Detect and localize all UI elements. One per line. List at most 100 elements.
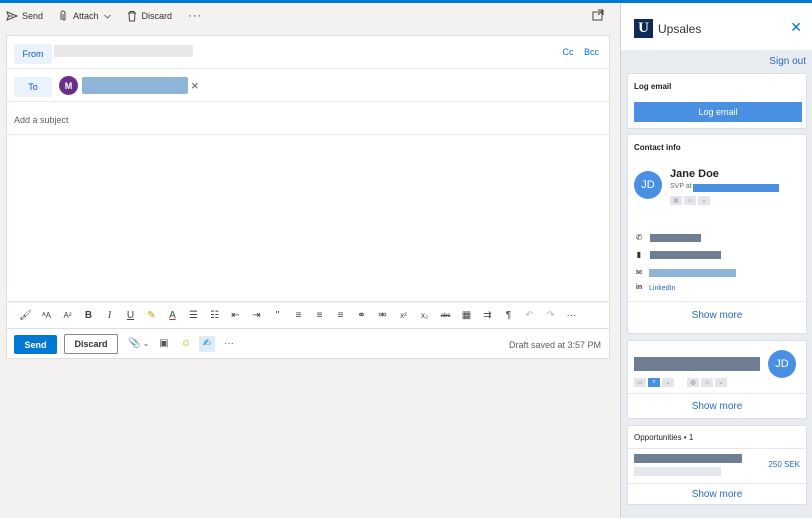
chevron-down-icon[interactable]: ⌄ [698, 196, 710, 205]
draft-status: Draft saved at 3:57 PM [508, 340, 601, 350]
more-options-icon[interactable]: ··· [223, 338, 235, 350]
toolbar-discard-button[interactable]: Discard [126, 10, 173, 22]
ltr-icon[interactable]: ⇉ [481, 310, 494, 321]
recipient-chip-redacted[interactable] [82, 77, 188, 94]
mobile-redacted[interactable] [650, 251, 721, 259]
font-size-icon[interactable]: ᴬA [40, 311, 53, 320]
opportunity-name-redacted[interactable] [634, 454, 742, 463]
search-icon[interactable]: ⌕ [648, 378, 660, 387]
log-email-button[interactable]: Log email [634, 102, 802, 122]
toolbar-send-button[interactable]: Send [6, 10, 43, 22]
contact-info-card: Contact info JD Jane Doe SVP at ◍ ⌂ ⌄ ✆ … [627, 134, 807, 334]
align-left-icon[interactable]: ≡ [292, 310, 305, 321]
compose-action-bar: Send Discard 📎 ⌄ ▣ ☺ ✍ ··· Draft saved a… [6, 329, 610, 359]
panel-title: Upsales [658, 22, 702, 36]
emoji-icon[interactable]: ☺ [180, 338, 192, 350]
company-card: JD ▭ ⌕ ⌄ ◍ ⌂ ⌄ Show more [627, 340, 807, 419]
bcc-link[interactable]: Bcc [584, 47, 599, 57]
linkedin-link[interactable]: LinkedIn [649, 285, 675, 292]
bold-icon[interactable]: B [82, 310, 95, 321]
strikethrough-icon[interactable]: abc [439, 313, 452, 319]
superscript-icon[interactable]: x² [397, 311, 410, 320]
highlight-icon[interactable]: ✎ [145, 310, 158, 321]
bullets-icon[interactable]: ☰ [187, 310, 200, 321]
opportunity-value: 250 SEK [768, 460, 800, 469]
align-center-icon[interactable]: ≡ [313, 310, 326, 321]
compose-pane: Send Attach Discard ··· From Cc Bcc To M… [0, 3, 620, 518]
align-right-icon[interactable]: ≡ [334, 310, 347, 321]
toolbar-discard-label: Discard [141, 11, 173, 21]
email-redacted[interactable] [649, 269, 736, 277]
send-icon [6, 11, 18, 21]
cc-bcc-links: Cc Bcc [554, 47, 599, 57]
opportunity-detail-redacted [634, 467, 721, 476]
underline-icon[interactable]: U [124, 310, 137, 321]
sign-out-link[interactable]: Sign out [769, 56, 806, 67]
popout-icon[interactable] [592, 9, 604, 21]
log-email-title: Log email [634, 82, 672, 91]
paperclip-icon [60, 10, 66, 21]
company-avatar: JD [768, 350, 796, 378]
company-name-redacted[interactable] [634, 357, 760, 371]
quote-icon[interactable]: " [271, 310, 284, 321]
toolbar-attach-label: Attach [73, 11, 99, 21]
upsales-logo: U [634, 19, 653, 38]
link-icon[interactable]: ⚭ [355, 310, 368, 321]
numbering-icon[interactable]: ☷ [208, 310, 221, 321]
increase-indent-icon[interactable]: ⇥ [250, 310, 263, 321]
rtl-icon[interactable]: ¶ [502, 310, 515, 321]
redo-icon[interactable]: ↷ [544, 310, 557, 321]
font-color-icon[interactable]: A [166, 310, 179, 321]
remove-recipient-icon[interactable]: × [191, 78, 199, 93]
editor-icon[interactable]: ✍ [199, 336, 215, 352]
opportunities-title: Opportunities • 1 [634, 433, 694, 442]
company-divider [628, 393, 806, 394]
company-link-redacted[interactable] [693, 184, 779, 192]
close-icon[interactable]: ✕ [790, 19, 802, 36]
chevron-down-icon[interactable]: ⌄ [140, 338, 152, 350]
home-icon: ⌂ [684, 196, 696, 205]
from-row: From Cc Bcc [7, 36, 609, 69]
chevron-down-icon[interactable]: ⌄ [715, 378, 727, 387]
contact-show-more[interactable]: Show more [628, 310, 806, 321]
company-show-more[interactable]: Show more [628, 401, 806, 412]
contact-avatar: JD [634, 171, 662, 199]
more-icon[interactable]: ··· [565, 310, 578, 321]
mobile-icon: ▮ [636, 250, 642, 259]
send-button[interactable]: Send [14, 335, 57, 354]
phone-icon: ✆ [635, 233, 643, 242]
toolbar-attach-button[interactable]: Attach [57, 10, 112, 22]
recipient-avatar: M [59, 76, 78, 95]
toolbar-more-button[interactable]: ··· [188, 10, 202, 22]
image-icon[interactable]: ▣ [158, 338, 170, 350]
company-status-icons: ◍ ⌂ ⌄ [687, 378, 727, 387]
linkedin-icon: in [635, 284, 643, 291]
to-button[interactable]: To [14, 77, 52, 97]
toolbar-send-label: Send [22, 11, 44, 21]
contact-divider [628, 301, 806, 302]
compose-card: From Cc Bcc To M × Add a subject [6, 35, 610, 302]
monitor-icon[interactable]: ▭ [634, 378, 646, 387]
opportunities-header-divider [628, 448, 806, 449]
subscript-icon[interactable]: x₂ [418, 311, 431, 320]
italic-icon[interactable]: I [103, 310, 116, 321]
decrease-indent-icon[interactable]: ⇤ [229, 310, 242, 321]
attach-icon[interactable]: 📎 [128, 338, 140, 350]
chevron-down-icon[interactable]: ⌄ [662, 378, 674, 387]
discard-button[interactable]: Discard [64, 334, 118, 354]
grow-font-icon[interactable]: A² [61, 311, 74, 320]
phone-redacted[interactable] [650, 234, 701, 242]
subject-input[interactable]: Add a subject [14, 115, 69, 125]
company-action-icons: ▭ ⌕ ⌄ [634, 378, 674, 387]
unlink-icon[interactable]: ⚮ [376, 310, 389, 321]
from-button[interactable]: From [14, 44, 52, 64]
opportunities-card: Opportunities • 1 250 SEK Show more [627, 425, 807, 505]
undo-icon[interactable]: ↶ [523, 310, 536, 321]
contact-status-icons: ◍ ⌂ ⌄ [670, 196, 710, 205]
contact-name[interactable]: Jane Doe [670, 168, 719, 180]
table-icon[interactable]: ▦ [460, 310, 473, 321]
opportunities-show-more[interactable]: Show more [628, 489, 806, 500]
cc-link[interactable]: Cc [562, 47, 573, 57]
home-icon: ⌂ [701, 378, 713, 387]
format-painter-icon[interactable]: 🖌 [19, 310, 32, 321]
